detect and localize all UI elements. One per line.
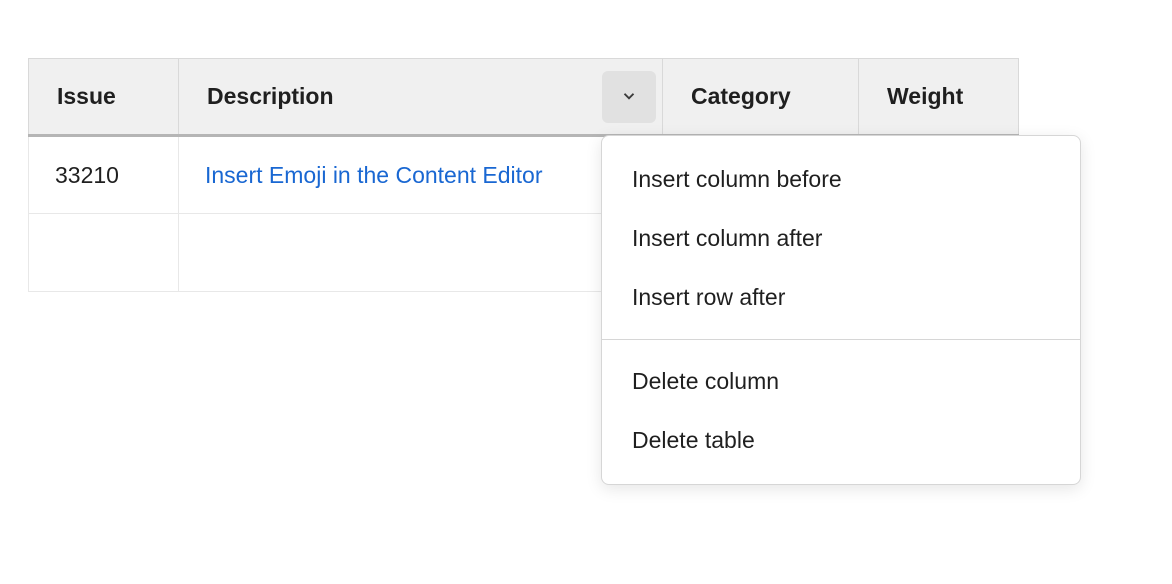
menu-delete-column[interactable]: Delete column bbox=[602, 352, 1080, 411]
menu-insert-row-after[interactable]: Insert row after bbox=[602, 268, 1080, 327]
column-header-description[interactable]: Description bbox=[179, 59, 663, 136]
column-header-issue[interactable]: Issue bbox=[29, 59, 179, 136]
menu-item-label: Delete table bbox=[632, 427, 755, 453]
chevron-down-icon bbox=[620, 87, 638, 108]
menu-item-label: Insert row after bbox=[632, 284, 785, 310]
column-header-weight[interactable]: Weight bbox=[859, 59, 1019, 136]
cell-description[interactable]: Insert Emoji in the Content Editor bbox=[179, 136, 663, 214]
menu-item-label: Insert column after bbox=[632, 225, 822, 251]
cell-value: 33210 bbox=[55, 162, 119, 188]
menu-divider bbox=[602, 339, 1080, 340]
cell-description[interactable] bbox=[179, 214, 663, 292]
column-menu-button[interactable] bbox=[602, 71, 656, 123]
menu-insert-column-after[interactable]: Insert column after bbox=[602, 209, 1080, 268]
cell-issue[interactable] bbox=[29, 214, 179, 292]
column-header-category[interactable]: Category bbox=[663, 59, 859, 136]
table-wrapper: Issue Description Category Weight bbox=[28, 58, 1019, 292]
column-context-menu: Insert column before Insert column after… bbox=[601, 135, 1081, 485]
cell-issue[interactable]: 33210 bbox=[29, 136, 179, 214]
issue-link[interactable]: Insert Emoji in the Content Editor bbox=[205, 162, 543, 188]
column-header-label: Issue bbox=[57, 83, 116, 109]
column-header-label: Description bbox=[207, 83, 334, 109]
table-header-row: Issue Description Category Weight bbox=[29, 59, 1019, 136]
column-header-label: Weight bbox=[887, 83, 963, 109]
menu-delete-table[interactable]: Delete table bbox=[602, 411, 1080, 470]
menu-item-label: Delete column bbox=[632, 368, 779, 394]
menu-item-label: Insert column before bbox=[632, 166, 842, 192]
menu-insert-column-before[interactable]: Insert column before bbox=[602, 150, 1080, 209]
column-header-label: Category bbox=[691, 83, 791, 109]
